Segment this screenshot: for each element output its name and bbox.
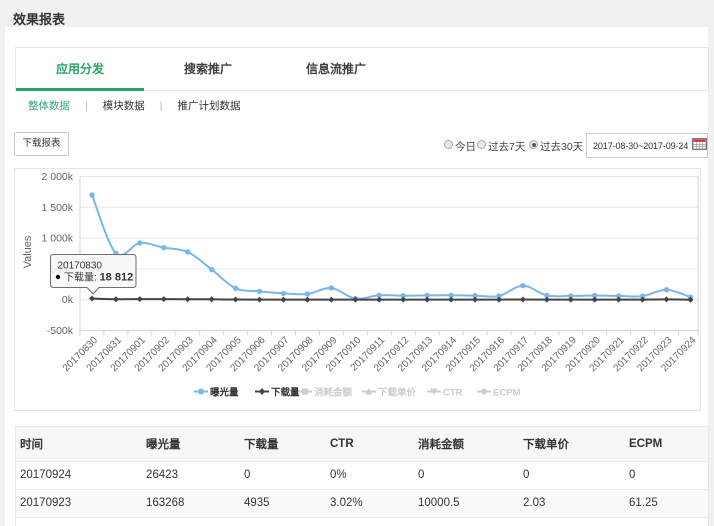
svg-text:消耗金额: 消耗金额 <box>314 387 353 399</box>
svg-text:下载单价: 下载单价 <box>378 387 417 399</box>
svg-text:1 000k: 1 000k <box>41 233 73 245</box>
svg-text:2 000k: 2 000k <box>41 171 73 183</box>
svg-text:20170830: 20170830 <box>58 261 103 272</box>
svg-text:-500k: -500k <box>47 325 74 337</box>
svg-text:下载量: 18 812: 下载量: 18 812 <box>64 272 133 284</box>
svg-text:Values: Values <box>22 235 34 268</box>
svg-text:0k: 0k <box>62 294 74 306</box>
svg-text:CTR: CTR <box>443 388 463 399</box>
svg-text:ECPM: ECPM <box>493 388 521 399</box>
svg-text:下载量: 下载量 <box>271 387 300 399</box>
svg-text:曝光量: 曝光量 <box>210 387 239 399</box>
svg-text:1 500k: 1 500k <box>41 202 73 214</box>
